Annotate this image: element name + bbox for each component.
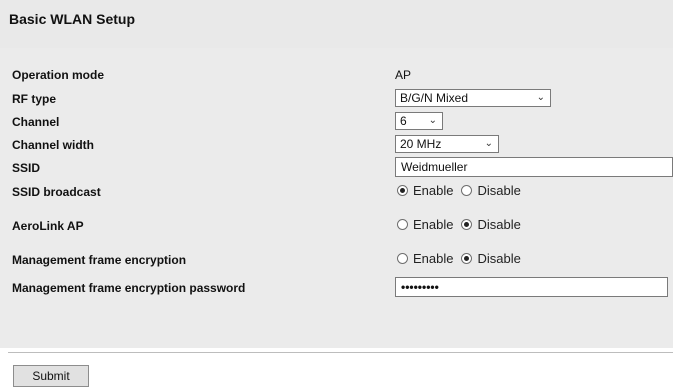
channel-selected-value: 6: [400, 114, 407, 128]
aerolink-ap-disable-label: Disable: [477, 217, 521, 233]
mgmt-frame-password-input[interactable]: •••••••••: [395, 277, 668, 297]
mgmt-frame-password-value: •••••••••: [401, 280, 439, 294]
aerolink-ap-label: AeroLink AP: [12, 219, 84, 233]
ssid-broadcast-enable-label: Enable: [413, 183, 454, 199]
rf-type-select[interactable]: B/G/N Mixed ⌄: [395, 89, 551, 107]
mgmt-frame-encryption-enable-radio[interactable]: [397, 253, 408, 265]
ssid-label: SSID: [12, 161, 41, 175]
channel-width-row: Channel width 20 MHz ⌄: [0, 134, 673, 156]
aerolink-ap-enable-label: Enable: [413, 217, 454, 233]
ssid-row: SSID Weidmueller: [0, 157, 673, 179]
ssid-broadcast-label: SSID broadcast: [12, 185, 101, 199]
channel-row: Channel 6 ⌄: [0, 111, 673, 133]
chevron-down-icon: ⌄: [484, 138, 493, 149]
aerolink-ap-disable-radio[interactable]: [461, 219, 473, 231]
rf-type-label: RF type: [12, 92, 57, 106]
channel-width-label: Channel width: [12, 138, 94, 152]
mgmt-frame-encryption-disable-radio[interactable]: [461, 253, 473, 265]
channel-select[interactable]: 6 ⌄: [395, 112, 443, 130]
mgmt-frame-encryption-row: Management frame encryption Enable Disabl…: [0, 249, 673, 271]
chevron-down-icon: ⌄: [428, 115, 437, 126]
aerolink-ap-radio-group: Enable Disable: [397, 217, 529, 235]
submit-button[interactable]: Submit: [13, 365, 89, 387]
header-bar: Basic WLAN Setup: [0, 0, 673, 48]
ssid-input-value: Weidmueller: [401, 160, 468, 174]
settings-panel: Operation mode AP RF type B/G/N Mixed ⌄ …: [0, 48, 673, 348]
channel-label: Channel: [12, 115, 60, 129]
chevron-down-icon: ⌄: [536, 92, 545, 103]
ssid-broadcast-disable-label: Disable: [477, 183, 521, 199]
page-title: Basic WLAN Setup: [9, 11, 136, 27]
ssid-broadcast-enable-radio[interactable]: [397, 185, 408, 197]
mgmt-frame-encryption-enable-label: Enable: [413, 251, 454, 267]
operation-mode-row: Operation mode AP: [0, 64, 673, 86]
mgmt-frame-password-row: Management frame encryption password •••…: [0, 277, 673, 299]
channel-width-selected-value: 20 MHz: [400, 137, 442, 151]
rf-type-row: RF type B/G/N Mixed ⌄: [0, 88, 673, 110]
divider: [8, 352, 673, 353]
ssid-broadcast-disable-radio[interactable]: [461, 185, 473, 197]
mgmt-frame-encryption-label: Management frame encryption: [12, 253, 187, 267]
mgmt-frame-password-label: Management frame encryption password: [12, 281, 246, 295]
operation-mode-value: AP: [395, 68, 412, 82]
aerolink-ap-enable-radio[interactable]: [397, 219, 408, 231]
rf-type-selected-value: B/G/N Mixed: [400, 91, 469, 105]
mgmt-frame-encryption-disable-label: Disable: [477, 251, 521, 267]
channel-width-select[interactable]: 20 MHz ⌄: [395, 135, 499, 153]
ssid-broadcast-radio-group: Enable Disable: [397, 183, 529, 201]
mgmt-frame-encryption-radio-group: Enable Disable: [397, 251, 529, 269]
ssid-broadcast-row: SSID broadcast Enable Disable: [0, 181, 673, 203]
ssid-input[interactable]: Weidmueller: [395, 157, 673, 177]
operation-mode-label: Operation mode: [12, 68, 105, 82]
aerolink-ap-row: AeroLink AP Enable Disable: [0, 215, 673, 237]
